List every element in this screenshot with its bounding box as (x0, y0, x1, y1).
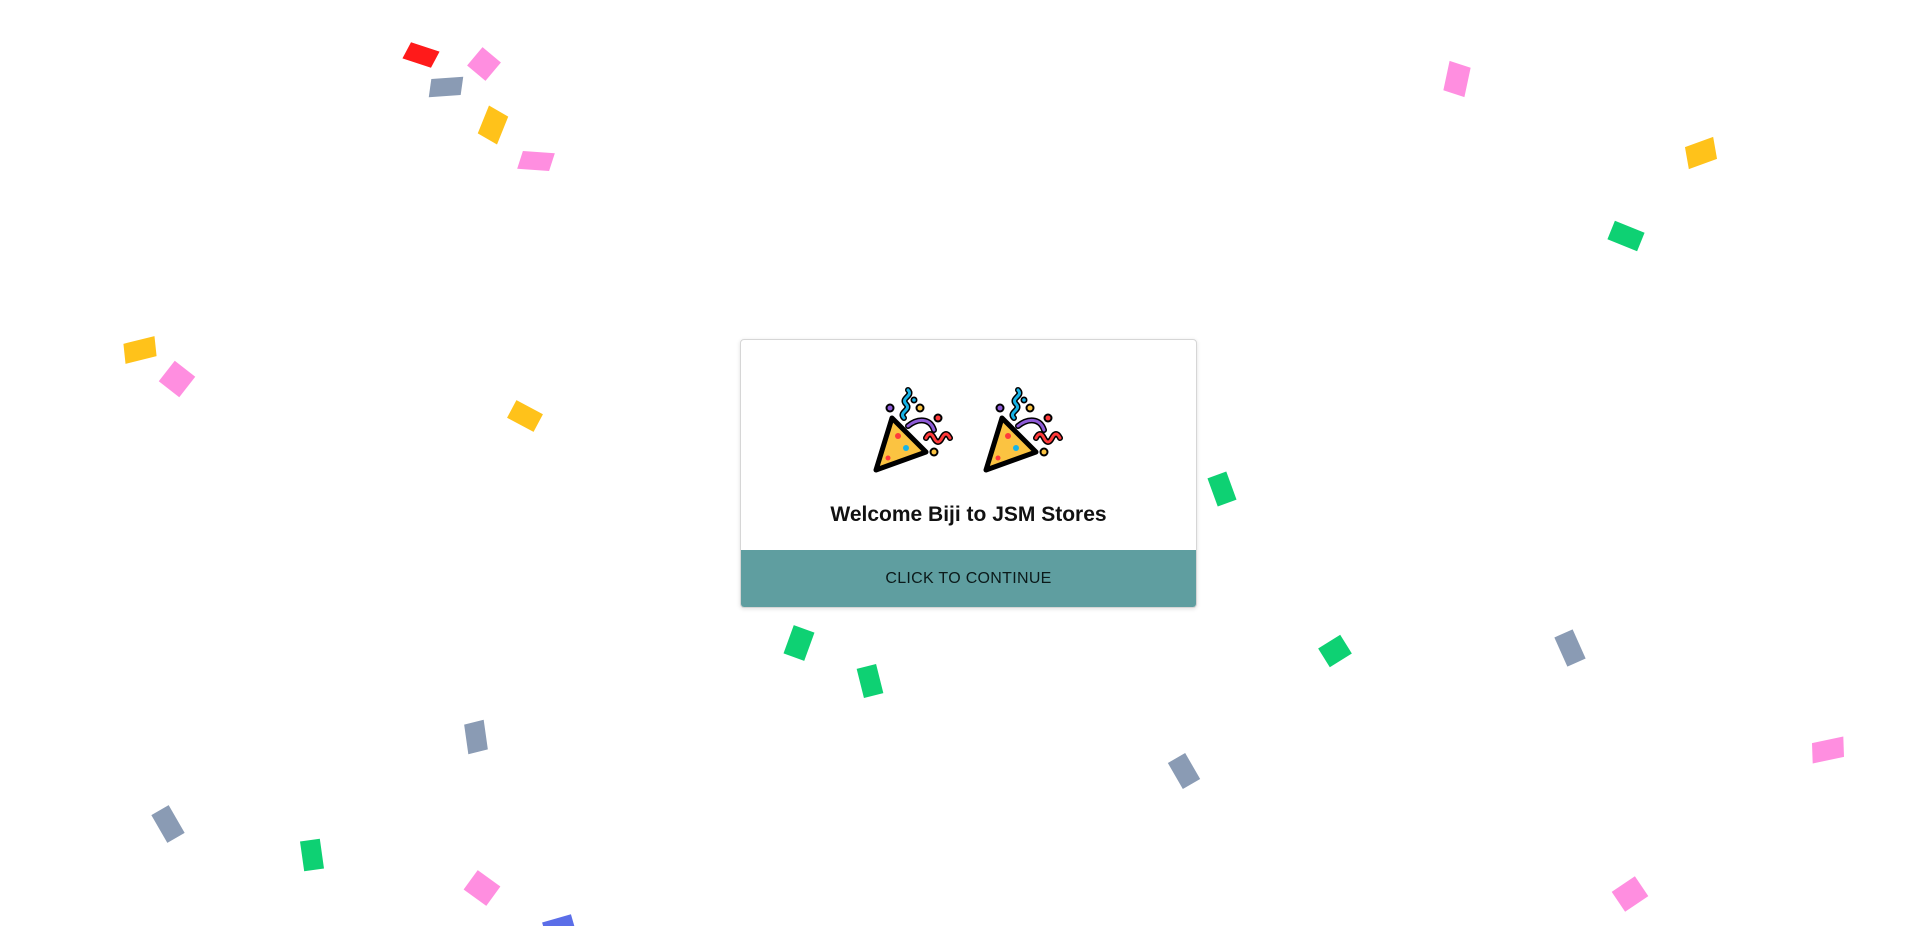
confetti-piece (856, 664, 884, 698)
confetti-piece (1207, 471, 1237, 507)
confetti-piece (783, 625, 815, 661)
welcome-dialog: Welcome Biji to JSM Stores CLICK TO CONT… (740, 339, 1197, 608)
confetti-piece (1318, 634, 1352, 668)
continue-button[interactable]: CLICK TO CONTINUE (741, 550, 1196, 607)
confetti-piece (428, 76, 464, 98)
confetti-piece (1611, 876, 1649, 912)
confetti-piece (1811, 736, 1845, 764)
confetti-piece (467, 47, 501, 81)
celebration-screen: Welcome Biji to JSM Stores CLICK TO CONT… (0, 0, 1917, 926)
confetti-piece (507, 400, 543, 432)
confetti-piece (517, 151, 555, 171)
party-popper-icon (873, 387, 953, 473)
confetti-piece (1443, 60, 1471, 98)
confetti-piece (463, 870, 501, 906)
confetti-piece (542, 914, 576, 926)
party-popper-icon (983, 387, 1063, 473)
welcome-message: Welcome Biji to JSM Stores (830, 503, 1107, 526)
confetti-piece (151, 805, 185, 843)
emoji-row (741, 384, 1196, 476)
confetti-piece (1167, 753, 1201, 789)
confetti-piece (402, 42, 440, 68)
confetti-piece (158, 360, 196, 398)
confetti-piece (1554, 629, 1586, 667)
confetti-piece (123, 336, 157, 364)
confetti-piece (1607, 220, 1645, 252)
confetti-piece (464, 719, 488, 755)
confetti-piece (1684, 136, 1718, 170)
confetti-piece (300, 838, 324, 872)
confetti-piece (477, 105, 509, 145)
